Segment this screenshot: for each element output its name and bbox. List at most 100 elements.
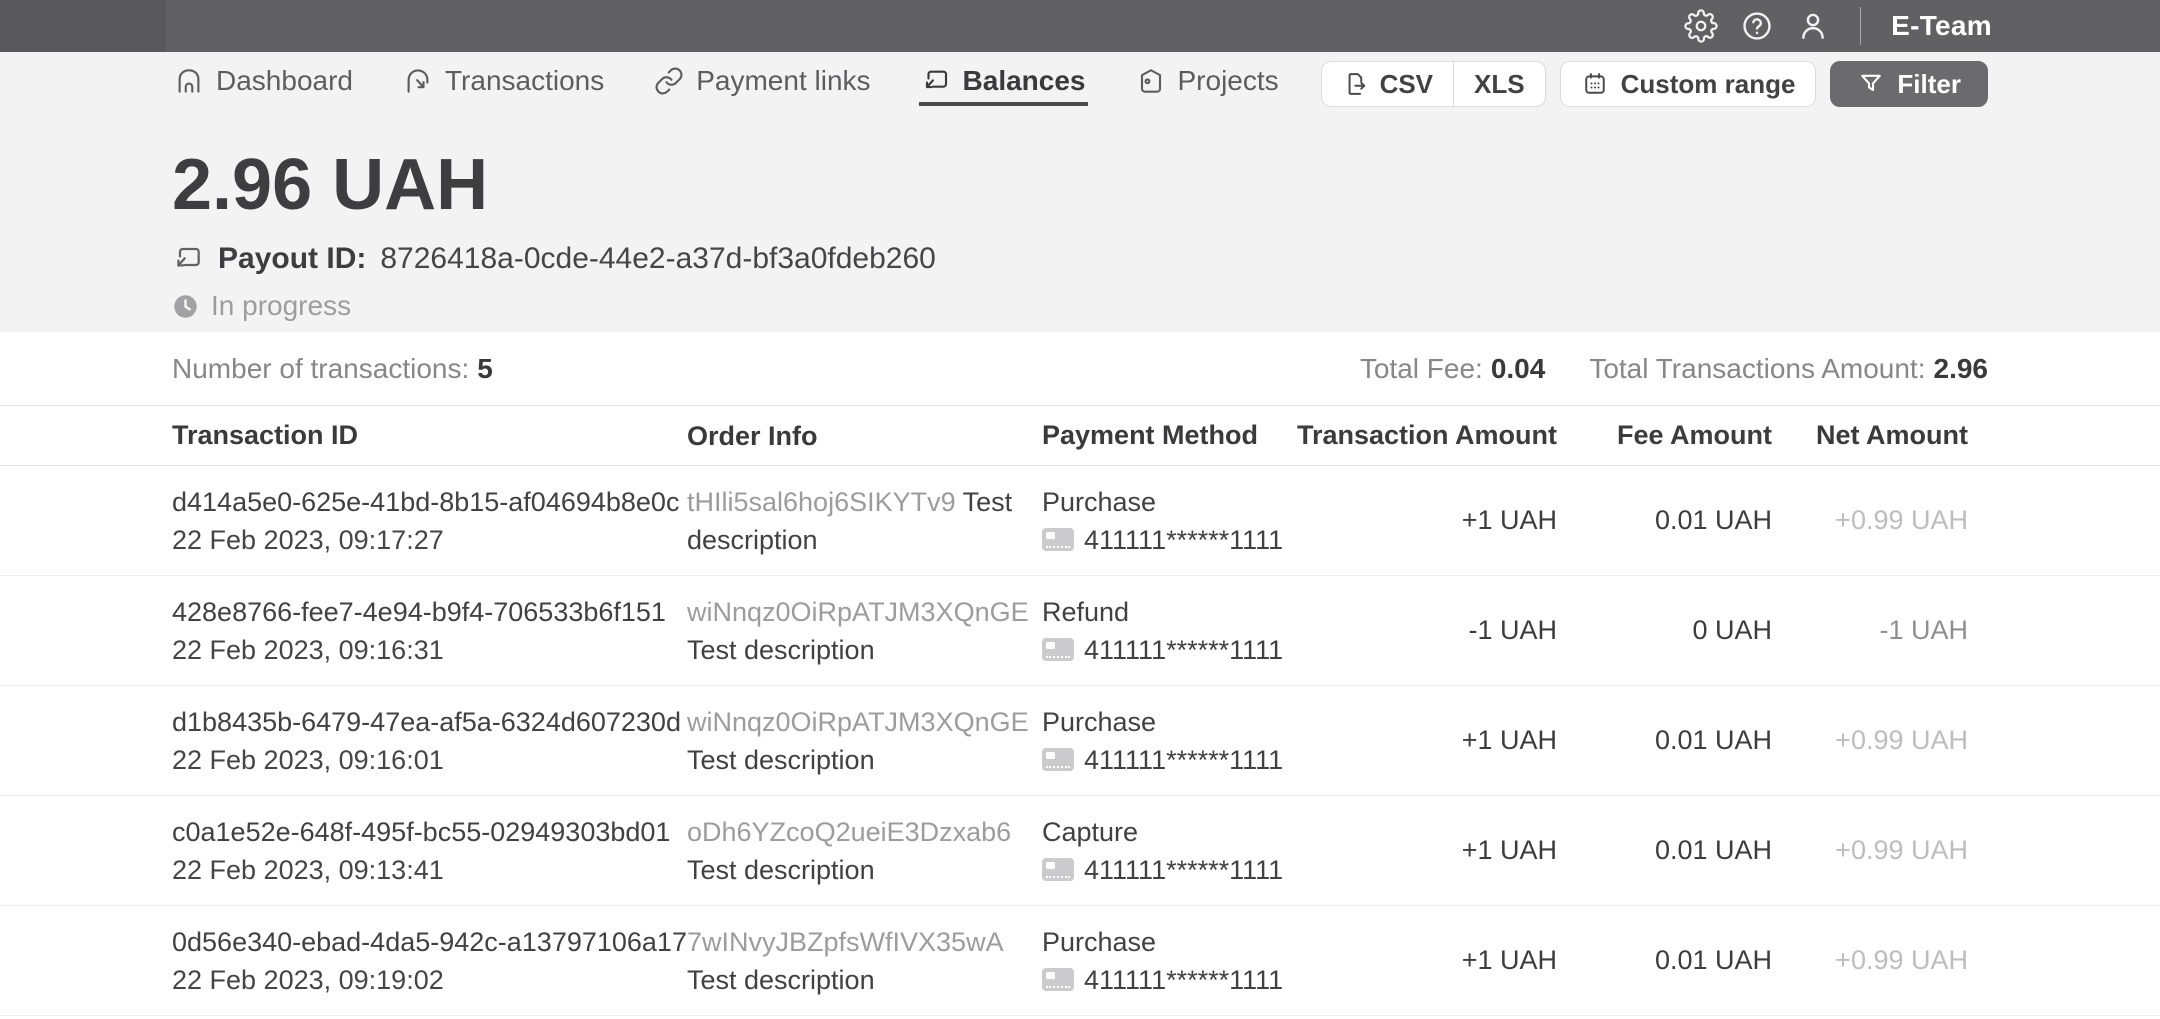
- transactions-icon: [407, 69, 429, 93]
- tab-transactions[interactable]: Transactions: [401, 60, 606, 106]
- filter-label: Filter: [1897, 68, 1961, 99]
- card-number: 411111******1111: [1084, 964, 1284, 995]
- transaction-id: c0a1e52e-648f-495f-bc55-02949303bd01: [172, 816, 671, 847]
- tab-payment-links[interactable]: Payment links: [652, 60, 872, 106]
- nav-tabs: Dashboard Transactions Payment links Bal…: [172, 60, 1281, 106]
- nav-actions: CSV XLS Custom range Filter: [1320, 61, 1988, 107]
- payment-method-cell: Capture 411111******1111: [1042, 813, 1283, 889]
- fee-amount: 0 UAH: [1692, 615, 1772, 645]
- total-fee: Total Fee: 0.04: [1360, 353, 1545, 385]
- custom-range-button[interactable]: Custom range: [1559, 61, 1817, 107]
- order-description: Test description: [687, 634, 875, 665]
- order-description: Test description: [687, 964, 875, 995]
- payout-id-row: Payout ID: 8726418a-0cde-44e2-a37d-bf3a0…: [172, 242, 1988, 276]
- transaction-id-cell: 428e8766-fee7-4e94-b9f4-706533b6f151 22 …: [172, 593, 687, 669]
- csv-label: CSV: [1379, 68, 1434, 99]
- card-icon: [1042, 638, 1074, 661]
- status-badge: In progress: [211, 290, 352, 321]
- table-body: d414a5e0-625e-41bd-8b15-af04694b8e0c 22 …: [0, 466, 2160, 1016]
- total-amount: Total Transactions Amount: 2.96: [1589, 353, 1988, 385]
- transaction-datetime: 22 Feb 2023, 09:19:02: [172, 964, 444, 995]
- order-description: Test description: [687, 744, 875, 775]
- order-reference: 7wINvyJBZpfsWfIVX35wA: [687, 926, 1003, 957]
- card-number: 411111******1111: [1084, 524, 1284, 555]
- table-row[interactable]: 428e8766-fee7-4e94-b9f4-706533b6f151 22 …: [0, 576, 2160, 686]
- order-info-cell: 7wINvyJBZpfsWfIVX35wA Test description: [687, 923, 1042, 999]
- settings-icon[interactable]: [1684, 9, 1718, 43]
- help-icon[interactable]: [1740, 9, 1774, 43]
- net-amount: +0.99 UAH: [1835, 505, 1968, 535]
- transaction-amount: +1 UAH: [1461, 945, 1557, 975]
- totals-right: Total Fee: 0.04 Total Transactions Amount…: [1360, 353, 1988, 385]
- fee-amount: 0.01 UAH: [1654, 945, 1772, 975]
- table-header: Transaction ID Order Info Payment Method…: [0, 406, 2160, 466]
- tab-balances[interactable]: Balances: [918, 60, 1088, 106]
- topbar-logo-area: [0, 0, 166, 52]
- xls-button[interactable]: XLS: [1453, 62, 1545, 106]
- card-number: 411111******1111: [1084, 854, 1284, 885]
- tab-projects[interactable]: Projects: [1134, 60, 1281, 106]
- order-info-cell: tHIli5sal6hoj6SIKYTv9 Test description: [687, 483, 1042, 559]
- payment-method-cell: Purchase 411111******1111: [1042, 923, 1283, 999]
- payout-id-value: 8726418a-0cde-44e2-a37d-bf3a0fdeb260: [380, 242, 936, 275]
- payment-method-cell: Purchase 411111******1111: [1042, 483, 1283, 559]
- custom-range-label: Custom range: [1620, 68, 1796, 99]
- tab-label: Balances: [962, 65, 1086, 96]
- transaction-amount: +1 UAH: [1461, 835, 1557, 865]
- total-amount-label: Total Transactions Amount:: [1589, 352, 1926, 384]
- card-icon: [1042, 858, 1074, 881]
- payment-type: Purchase: [1042, 706, 1157, 737]
- main-navigation: Dashboard Transactions Payment links Bal…: [0, 52, 2160, 124]
- payout-id-label: Payout ID:: [218, 242, 367, 275]
- team-selector[interactable]: E-Team: [1891, 10, 1992, 42]
- xls-label: XLS: [1474, 68, 1525, 99]
- transaction-amount: -1 UAH: [1468, 615, 1557, 645]
- transaction-datetime: 22 Feb 2023, 09:13:41: [172, 854, 444, 885]
- payment-type: Capture: [1042, 816, 1139, 847]
- topbar: E-Team: [0, 0, 2160, 52]
- card-icon: [1042, 968, 1074, 991]
- topbar-actions: E-Team: [1684, 7, 2160, 45]
- transaction-amount: +1 UAH: [1461, 725, 1557, 755]
- net-amount: +0.99 UAH: [1835, 725, 1968, 755]
- transaction-id: 428e8766-fee7-4e94-b9f4-706533b6f151: [172, 596, 666, 627]
- payment-type: Purchase: [1042, 926, 1157, 957]
- col-order-info: Order Info: [687, 420, 818, 451]
- payment-type: Purchase: [1042, 486, 1157, 517]
- net-amount: +0.99 UAH: [1835, 945, 1968, 975]
- transaction-id-cell: d414a5e0-625e-41bd-8b15-af04694b8e0c 22 …: [172, 483, 687, 559]
- card-icon: [1042, 528, 1074, 551]
- link-icon: [655, 67, 683, 95]
- order-info-cell: oDh6YZcoQ2ueiE3Dzxab6 Test description: [687, 813, 1042, 889]
- table-row[interactable]: c0a1e52e-648f-495f-bc55-02949303bd01 22 …: [0, 796, 2160, 906]
- fee-amount: 0.01 UAH: [1654, 725, 1772, 755]
- col-fee-amount: Fee Amount: [1617, 420, 1772, 450]
- transaction-datetime: 22 Feb 2023, 09:16:31: [172, 634, 444, 665]
- filter-button[interactable]: Filter: [1830, 61, 1988, 107]
- table-row[interactable]: d414a5e0-625e-41bd-8b15-af04694b8e0c 22 …: [0, 466, 2160, 576]
- totals-strip: Number of transactions: 5 Total Fee: 0.04 …: [0, 332, 2160, 406]
- tab-label: Transactions: [444, 65, 605, 96]
- table-row[interactable]: d1b8435b-6479-47ea-af5a-6324d607230d 22 …: [0, 686, 2160, 796]
- transaction-id: d1b8435b-6479-47ea-af5a-6324d607230d: [172, 706, 681, 737]
- payment-type: Refund: [1042, 596, 1130, 627]
- export-button-group: CSV XLS: [1320, 61, 1546, 107]
- transaction-id-cell: 0d56e340-ebad-4da5-942c-a13797106a17 22 …: [172, 923, 687, 999]
- projects-icon: [1140, 69, 1161, 93]
- table-row[interactable]: 0d56e340-ebad-4da5-942c-a13797106a17 22 …: [0, 906, 2160, 1016]
- card-icon: [1042, 748, 1074, 771]
- tab-label: Payment links: [696, 65, 871, 96]
- tab-dashboard[interactable]: Dashboard: [172, 60, 355, 106]
- payout-amount: 2.96 UAH: [172, 145, 489, 225]
- transaction-datetime: 22 Feb 2023, 09:16:01: [172, 744, 444, 775]
- payout-icon: [177, 247, 200, 267]
- balance-icon: [925, 70, 947, 89]
- user-icon[interactable]: [1796, 9, 1830, 43]
- payment-method-cell: Refund 411111******1111: [1042, 593, 1283, 669]
- order-info-cell: wiNnqz0OiRpATJM3XQnGE Test description: [687, 703, 1042, 779]
- order-reference: wiNnqz0OiRpATJM3XQnGE: [687, 596, 1029, 627]
- fee-amount: 0.01 UAH: [1654, 505, 1772, 535]
- tab-label: Dashboard: [216, 65, 353, 96]
- csv-button[interactable]: CSV: [1322, 62, 1453, 106]
- net-amount: -1 UAH: [1879, 615, 1968, 645]
